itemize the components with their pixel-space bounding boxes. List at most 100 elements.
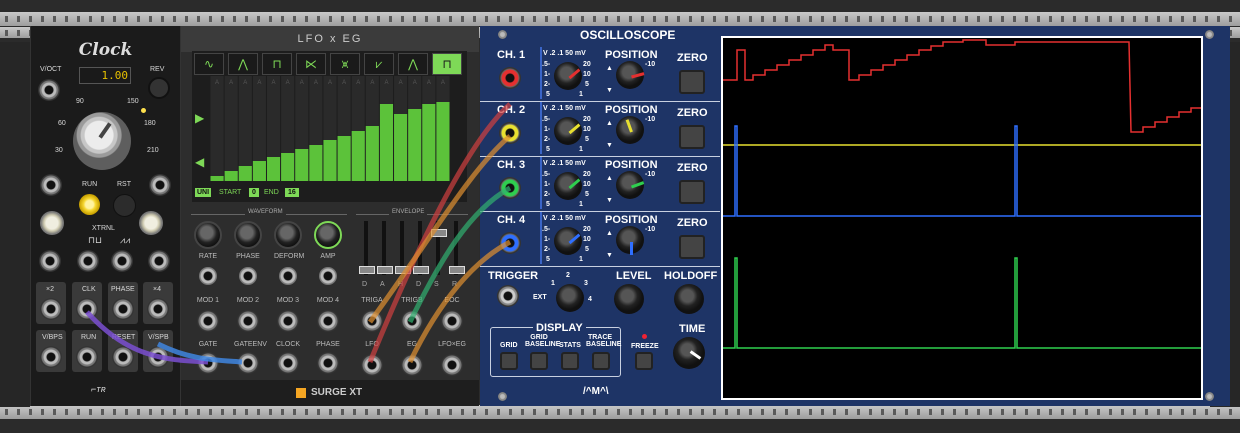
waveform-tab-noise[interactable]: ⩙ — [330, 53, 360, 75]
step-bar[interactable] — [422, 104, 436, 181]
env-slider-handle-0[interactable] — [359, 266, 375, 274]
waveform-tab-saw[interactable]: ⋉ — [296, 53, 326, 75]
trigger-level-knob[interactable] — [614, 284, 644, 314]
channel-input-jack-2[interactable] — [499, 122, 521, 144]
mod-jack-2[interactable] — [277, 310, 299, 332]
end-value[interactable]: 16 — [285, 188, 299, 197]
out-jack-gateenv[interactable] — [237, 352, 259, 374]
grid-baseline-button[interactable] — [530, 352, 548, 370]
trigger-input-jack[interactable] — [497, 285, 519, 307]
zero-button-1[interactable] — [679, 70, 705, 94]
step-bar[interactable] — [266, 157, 281, 181]
knob-mod-jack-deform[interactable] — [279, 267, 297, 285]
waveform-tab-square[interactable]: ⊓ — [262, 53, 292, 75]
out-jack-clock[interactable] — [277, 352, 299, 374]
out-jack-right-3[interactable] — [361, 354, 383, 376]
knob-mod-jack-amp[interactable] — [319, 267, 337, 285]
knob-deform[interactable] — [274, 221, 302, 249]
channel-input-jack-1[interactable] — [499, 67, 521, 89]
vspb-output-jack[interactable] — [147, 346, 169, 368]
phase-output-jack[interactable] — [112, 298, 134, 320]
channel-input-jack-3[interactable] — [499, 177, 521, 199]
vbps-output-jack[interactable] — [40, 346, 62, 368]
trace-baseline-button[interactable] — [592, 352, 610, 370]
step-slot[interactable] — [210, 76, 224, 181]
scope-display[interactable] — [721, 36, 1203, 400]
waveform-tab-sh[interactable]: ⩗ — [364, 53, 394, 75]
time-knob[interactable] — [673, 337, 705, 369]
trigger-channel-knob[interactable] — [556, 284, 584, 312]
env-slider-handle-4[interactable] — [431, 229, 447, 237]
mod-jack-1[interactable] — [237, 310, 259, 332]
mod-jack-3[interactable] — [317, 310, 339, 332]
step-bar[interactable] — [295, 149, 309, 181]
knob-mod-jack-phase[interactable] — [239, 267, 257, 285]
knob-amp[interactable] — [314, 221, 342, 249]
step-sequencer-bars[interactable]: AAAAAAAAAAAAAAAAA — [210, 76, 450, 181]
rev-button[interactable] — [148, 77, 170, 99]
zero-button-4[interactable] — [679, 235, 705, 259]
mod-jack-0[interactable] — [197, 310, 219, 332]
waveform-tab-sine[interactable]: ∿ — [194, 53, 224, 75]
step-bar[interactable] — [394, 114, 408, 181]
env-slider-handle-3[interactable] — [413, 266, 429, 274]
out-jack-right-0[interactable] — [361, 310, 383, 332]
out-jack-right-4[interactable] — [401, 354, 423, 376]
clock-jack-right[interactable] — [149, 174, 171, 196]
step-slot[interactable] — [224, 76, 238, 181]
holdoff-knob[interactable] — [674, 284, 704, 314]
step-bar[interactable] — [252, 161, 266, 181]
env-slider-handle-5[interactable] — [449, 266, 465, 274]
uni-toggle[interactable]: UNI — [195, 188, 212, 197]
out-jack-3[interactable] — [111, 250, 133, 272]
step-bar[interactable] — [379, 104, 394, 181]
waveform-tab-envelope[interactable]: ⋀ — [398, 53, 428, 75]
channel-input-jack-4[interactable] — [499, 232, 521, 254]
waveform-tab-stepseq[interactable]: ⊓ — [432, 53, 462, 75]
out-jack-4[interactable] — [148, 250, 170, 272]
env-slider-handle-1[interactable] — [377, 266, 393, 274]
reset-button[interactable] — [113, 194, 136, 217]
step-bar[interactable] — [408, 109, 422, 181]
zero-button-3[interactable] — [679, 180, 705, 204]
freeze-button[interactable] — [635, 352, 653, 370]
grid-button[interactable] — [500, 352, 518, 370]
clk-output-jack[interactable] — [76, 298, 98, 320]
out-jack-right-1[interactable] — [401, 310, 423, 332]
mul4-output-jack[interactable] — [147, 298, 169, 320]
step-bar[interactable] — [238, 166, 252, 181]
out-jack-right-5[interactable] — [441, 354, 463, 376]
stats-button[interactable] — [561, 352, 579, 370]
out-jack-2[interactable] — [77, 250, 99, 272]
waveform-tab-triangle[interactable]: ⋀ — [228, 53, 258, 75]
step-bar[interactable] — [337, 136, 351, 181]
step-bar[interactable] — [323, 140, 337, 181]
step-bar[interactable] — [281, 153, 295, 181]
out-jack-gate[interactable] — [197, 352, 219, 374]
env-slider-handle-2[interactable] — [395, 266, 411, 274]
out-jack-1[interactable] — [39, 250, 61, 272]
run-output-jack[interactable] — [76, 346, 98, 368]
voct-input-jack[interactable] — [38, 79, 60, 101]
step-bar[interactable] — [436, 102, 450, 181]
start-value[interactable]: 0 — [249, 188, 259, 197]
step-bar[interactable] — [351, 131, 365, 181]
reset-output-jack[interactable] — [112, 346, 134, 368]
xtrnl-knob-right[interactable] — [139, 211, 163, 235]
run-button[interactable] — [79, 194, 100, 215]
knob-mod-jack-rate[interactable] — [199, 267, 217, 285]
zero-button-2[interactable] — [679, 125, 705, 149]
step-bar[interactable] — [224, 171, 238, 181]
out-jack-right-2[interactable] — [441, 310, 463, 332]
clock-jack-left[interactable] — [40, 174, 62, 196]
knob-rate[interactable] — [194, 221, 222, 249]
div2-output-jack[interactable] — [40, 298, 62, 320]
step-slot[interactable] — [238, 76, 252, 181]
step-bar[interactable] — [365, 126, 379, 181]
xtrnl-knob-left[interactable] — [40, 211, 64, 235]
tempo-knob[interactable] — [73, 112, 131, 170]
step-bar[interactable] — [210, 176, 224, 181]
out-jack-phase[interactable] — [317, 352, 339, 374]
knob-phase[interactable] — [234, 221, 262, 249]
step-bar[interactable] — [309, 145, 323, 181]
